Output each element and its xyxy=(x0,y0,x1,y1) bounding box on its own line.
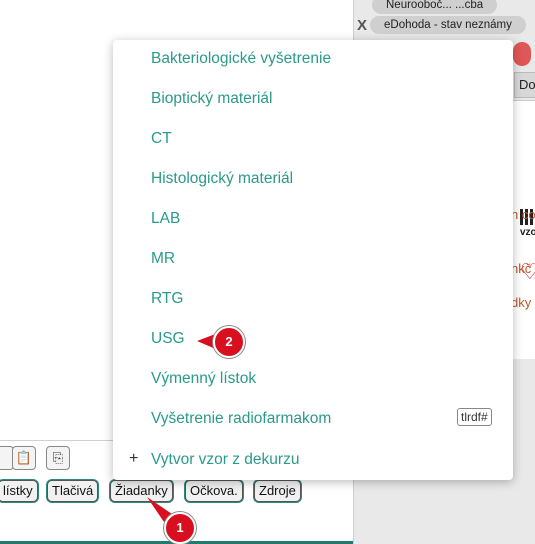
close-icon[interactable]: X xyxy=(354,17,370,34)
menu-item-bipticky[interactable]: Bioptický materiál xyxy=(151,90,272,108)
side-text-1: n co xyxy=(511,207,535,222)
callout-badge-2: 2 xyxy=(213,326,245,358)
menu-item-create-template[interactable]: Vytvor vzor z dekurzu xyxy=(151,451,299,469)
menu-item-vymenny-listok[interactable]: Výmenný lístok xyxy=(151,370,256,388)
tab-ziadanky[interactable]: Žiadanky xyxy=(110,480,173,502)
menu-item-radiofarmakom[interactable]: Vyšetrenie radiofarmakom xyxy=(151,410,331,428)
menu-item-bakteriologicke[interactable]: Bakteriologické vyšetrenie xyxy=(151,50,331,68)
menu-item-lab[interactable]: LAB xyxy=(151,210,180,228)
callout-badge-1: 1 xyxy=(164,512,196,544)
clipboard-icon[interactable]: 📋 xyxy=(12,446,36,470)
menu-item-usg[interactable]: USG xyxy=(151,330,185,348)
shortcut-badge: tlrdf# xyxy=(457,408,492,426)
tab-listky[interactable]: lístky xyxy=(0,480,38,502)
tab-ockova[interactable]: Očkova. xyxy=(185,480,243,502)
side-text-2: nkč xyxy=(511,261,532,276)
requests-dropdown-menu: Bakteriologické vyšetrenie Bioptický mat… xyxy=(113,40,513,480)
tab-do[interactable]: Do xyxy=(514,72,535,98)
red-status-dot xyxy=(513,42,531,66)
menu-item-ct[interactable]: CT xyxy=(151,130,172,148)
tab-zdroje[interactable]: Zdroje xyxy=(254,480,301,502)
chip-edohoda[interactable]: eDohoda - stav neznámy xyxy=(370,16,526,34)
paste-icon[interactable]: ⎘ xyxy=(46,446,70,470)
menu-item-histologicky[interactable]: Histologický materiál xyxy=(151,170,293,188)
tab-tlaciva[interactable]: Tlačivá xyxy=(47,480,99,502)
side-text-3: dky xyxy=(511,295,532,310)
menu-item-mr[interactable]: MR xyxy=(151,250,175,268)
menu-item-rtg[interactable]: RTG xyxy=(151,290,183,308)
plus-icon: + xyxy=(129,450,139,467)
chip-row-edohoda: X eDohoda - stav neznámy xyxy=(354,14,526,36)
vzor-label: vzor xyxy=(520,227,535,238)
chip-top-label[interactable]: Neurooboč... ...cba xyxy=(372,0,498,14)
